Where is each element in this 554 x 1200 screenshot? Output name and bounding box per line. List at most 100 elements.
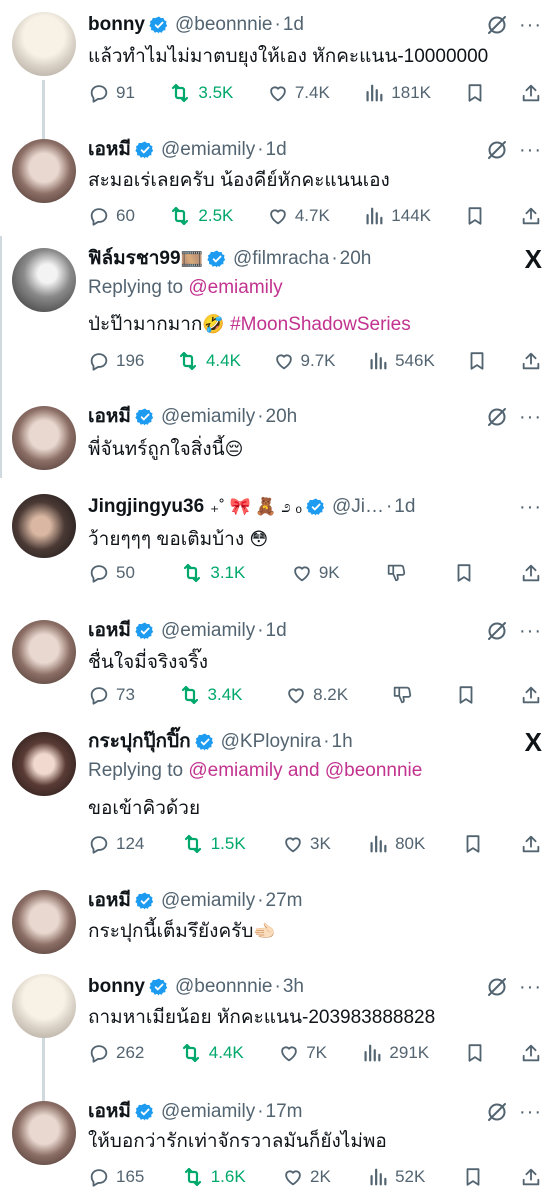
muted-conversation-icon[interactable] [485,975,509,999]
timestamp[interactable]: 1d [394,494,415,520]
handle[interactable]: @Ji… [332,494,384,520]
muted-conversation-icon[interactable] [485,619,509,643]
share-icon[interactable] [520,1042,542,1064]
downvote-icon[interactable] [385,562,407,584]
handle[interactable]: @emiamily [161,137,255,163]
like-button[interactable]: 9K [291,562,340,584]
avatar[interactable] [12,12,76,76]
reply-button[interactable]: 124 [88,833,144,855]
handle[interactable]: @beonnnie [175,974,272,1000]
like-button[interactable]: 8.2K [285,684,348,706]
repost-button[interactable]: 1.5K [181,832,246,856]
like-button[interactable]: 7K [278,1042,327,1064]
tweet[interactable]: เอหมี @emiamily · 17m ··· ให้บอกว่ารักเท… [0,1093,554,1200]
bookmark-icon[interactable] [455,684,477,706]
more-options-icon[interactable]: ··· [519,974,542,1000]
more-options-icon[interactable]: ··· [519,12,542,38]
avatar[interactable] [12,974,76,1038]
avatar[interactable] [12,248,76,312]
handle[interactable]: @emiamily [161,1099,255,1125]
bookmark-icon[interactable] [464,82,486,104]
reply-button[interactable]: 50 [88,562,135,584]
share-icon[interactable] [520,1166,542,1188]
timestamp[interactable]: 27m [266,888,303,914]
bookmark-icon[interactable] [462,1166,484,1188]
mention-link[interactable]: @emiamily and @beonnnie [188,760,422,781]
tweet[interactable]: เอหมี @emiamily · 1d ··· ชื่นใจมี่จริงจร… [0,612,554,722]
bookmark-icon[interactable] [464,205,486,227]
like-button[interactable]: 7.4K [267,82,330,104]
more-options-icon[interactable]: ··· [519,1099,542,1125]
tweet[interactable]: bonny @beonnnie · 3h ··· ถามหาเมียน้อย ห… [0,968,554,1078]
more-options-icon[interactable]: ··· [519,404,542,430]
tweet[interactable]: เอหมี @emiamily · 20h ··· พี่จันทร์ถูกใจ… [0,398,554,480]
reply-button[interactable]: 60 [88,205,135,227]
handle[interactable]: @beonnnie [175,12,272,38]
muted-conversation-icon[interactable] [485,405,509,429]
reply-button[interactable]: 73 [88,684,135,706]
display-name[interactable]: กระปุกปุ๊กปิ๊ก [88,729,191,755]
bookmark-icon[interactable] [453,562,475,584]
repost-button[interactable]: 3.4K [178,683,243,707]
tweet[interactable]: bonny @beonnnie · 1d ··· แล้วทำไมไม่มาตบ… [0,0,554,120]
hashtag-link[interactable]: #MoonShadowSeries [230,314,411,335]
timestamp[interactable]: 17m [266,1099,303,1125]
handle[interactable]: @KPloynira [221,729,322,755]
downvote-icon[interactable] [391,684,413,706]
repost-button[interactable]: 3.1K [180,561,245,585]
like-button[interactable]: 4.7K [267,205,330,227]
reply-button[interactable]: 262 [88,1042,144,1064]
views-button[interactable]: 144K [363,205,431,227]
repost-button[interactable]: 4.4K [179,1041,244,1065]
timestamp[interactable]: 1h [332,729,353,755]
views-button[interactable]: 546K [367,350,435,372]
timestamp[interactable]: 3h [283,974,304,1000]
display-name[interactable]: bonny [88,974,145,1000]
timestamp[interactable]: 1d [283,12,304,38]
tweet[interactable]: กระปุกปุ๊กปิ๊ก @KPloynira · 1h X Replyin… [0,726,554,866]
handle[interactable]: @emiamily [161,404,255,430]
muted-conversation-icon[interactable] [485,138,509,162]
views-button[interactable]: 80K [367,833,425,855]
reply-button[interactable]: 91 [88,82,135,104]
avatar[interactable] [12,620,76,684]
share-icon[interactable] [520,684,542,706]
tweet[interactable]: ฟิล์มรชา99 🎞️ @filmracha · 20h X Replyin… [0,242,554,392]
bookmark-icon[interactable] [462,833,484,855]
timestamp[interactable]: 1d [266,618,287,644]
like-button[interactable]: 2K [282,1166,331,1188]
timestamp[interactable]: 20h [340,246,372,272]
views-button[interactable]: 52K [367,1166,425,1188]
timestamp[interactable]: 1d [266,137,287,163]
handle[interactable]: @filmracha [233,246,329,272]
display-name[interactable]: เอหมี [88,1099,131,1125]
like-button[interactable]: 3K [282,833,331,855]
timestamp[interactable]: 20h [266,404,298,430]
bookmark-icon[interactable] [464,1042,486,1064]
avatar[interactable] [12,139,76,203]
display-name[interactable]: ฟิล์มรชา99 [88,246,181,272]
like-button[interactable]: 9.7K [273,350,336,372]
mention-link[interactable]: @emiamily [188,277,282,298]
handle[interactable]: @emiamily [161,618,255,644]
tweet[interactable]: Jingjingyu36 ₊˚ 🎀 🧸 ೨ ₒ @Ji… · 1d ··· ว้… [0,488,554,598]
display-name[interactable]: เอหมี [88,404,131,430]
avatar[interactable] [12,1101,76,1165]
more-options-icon[interactable]: ··· [519,137,542,163]
avatar[interactable] [12,494,76,558]
views-button[interactable]: 291K [361,1042,429,1064]
share-icon[interactable] [520,833,542,855]
muted-conversation-icon[interactable] [485,13,509,37]
repost-button[interactable]: 4.4K [176,349,241,373]
more-options-icon[interactable]: ··· [519,494,542,520]
display-name[interactable]: เอหมี [88,618,131,644]
avatar[interactable] [12,406,76,470]
share-icon[interactable] [520,205,542,227]
repost-button[interactable]: 3.5K [168,81,233,105]
muted-conversation-icon[interactable] [485,1100,509,1124]
display-name[interactable]: เอหมี [88,137,131,163]
tweet[interactable]: เอหมี @emiamily · 27m กระปุกนี้เต็มรึยัง… [0,884,554,966]
bookmark-icon[interactable] [466,350,488,372]
share-icon[interactable] [520,82,542,104]
avatar[interactable] [12,890,76,954]
